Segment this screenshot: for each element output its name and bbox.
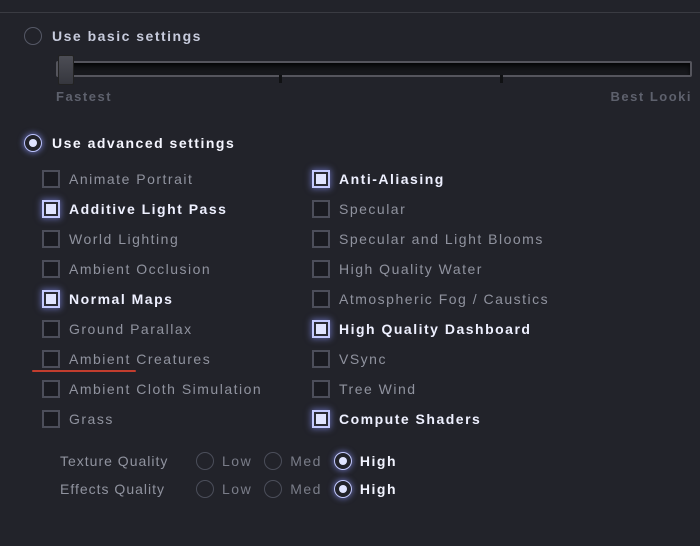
checkbox-label: Compute Shaders [339,411,481,427]
checkbox-option[interactable]: Additive Light Pass [42,200,312,218]
use-advanced-settings-radio[interactable]: Use advanced settings [24,134,676,152]
slider-low-label: Fastest [56,89,112,104]
checkbox-option[interactable]: Specular and Light Blooms [312,230,612,248]
checkbox-option[interactable]: World Lighting [42,230,312,248]
slider-tick [500,75,503,83]
radio-icon[interactable] [264,480,282,498]
quality-option-label[interactable]: Low [222,453,252,469]
checkbox-option[interactable]: Specular [312,200,612,218]
checkbox-label: Ambient Occlusion [69,261,211,277]
checkbox-checked-icon [42,200,60,218]
radio-dot-icon [339,457,347,465]
quality-row: Effects Quality Low Med High [60,480,676,498]
checkbox-label: Tree Wind [339,381,417,397]
checkbox-option[interactable]: VSync [312,350,612,368]
checkbox-option[interactable]: Normal Maps [42,290,312,308]
checkbox-label: Specular [339,201,406,217]
checkbox-label: Atmospheric Fog / Caustics [339,291,549,307]
checkbox-checked-icon [312,320,330,338]
checkbox-unchecked-icon [312,380,330,398]
checkbox-label: Ambient Cloth Simulation [69,381,262,397]
checkbox-checked-icon [312,410,330,428]
checkbox-label: Normal Maps [69,291,173,307]
checkbox-unchecked-icon [312,200,330,218]
checkbox-option[interactable]: Ambient Occlusion [42,260,312,278]
quality-slider[interactable] [56,61,692,77]
checkbox-unchecked-icon [42,350,60,368]
quality-option-label[interactable]: High [360,453,397,469]
slider-tick [279,75,282,83]
checkbox-option[interactable]: Tree Wind [312,380,612,398]
quality-option-label[interactable]: Med [290,453,322,469]
checkbox-label: VSync [339,351,387,367]
checkbox-label: Animate Portrait [69,171,193,187]
checkbox-unchecked-icon [42,260,60,278]
checkbox-unchecked-icon [42,410,60,428]
radio-icon[interactable] [196,480,214,498]
radio-icon[interactable] [264,452,282,470]
radio-icon [24,27,42,45]
radio-dot-icon [29,139,37,147]
quality-label: Texture Quality [60,453,188,469]
radio-icon [24,134,42,152]
slider-high-label: Best Looki [611,89,692,104]
use-basic-settings-radio[interactable]: Use basic settings [24,27,676,45]
checkbox-option[interactable]: Ground Parallax [42,320,312,338]
use-advanced-settings-label: Use advanced settings [52,135,235,151]
checkbox-label: High Quality Water [339,261,483,277]
checkbox-option[interactable]: Compute Shaders [312,410,612,428]
checkbox-unchecked-icon [312,260,330,278]
checkbox-label: Ambient Creatures [69,351,211,367]
checkbox-label: Ground Parallax [69,321,193,337]
top-divider [0,12,700,13]
checkbox-unchecked-icon [312,350,330,368]
checkbox-unchecked-icon [312,290,330,308]
quality-option-label[interactable]: Med [290,481,322,497]
checkbox-option[interactable]: High Quality Water [312,260,612,278]
checkbox-option[interactable]: Animate Portrait [42,170,312,188]
checkbox-label: World Lighting [69,231,179,247]
use-basic-settings-label: Use basic settings [52,28,202,44]
radio-icon[interactable] [334,480,352,498]
checkbox-option[interactable]: Grass [42,410,312,428]
slider-handle[interactable] [58,55,74,85]
checkbox-label: Additive Light Pass [69,201,227,217]
checkbox-unchecked-icon [42,170,60,188]
checkbox-unchecked-icon [42,380,60,398]
checkbox-checked-icon [312,170,330,188]
checkbox-label: Specular and Light Blooms [339,231,544,247]
radio-icon[interactable] [196,452,214,470]
checkbox-label: Anti-Aliasing [339,171,445,187]
checkbox-option[interactable]: Ambient Cloth Simulation [42,380,312,398]
checkbox-unchecked-icon [312,230,330,248]
radio-dot-icon [339,485,347,493]
quality-row: Texture Quality Low Med High [60,452,676,470]
quality-option-label[interactable]: Low [222,481,252,497]
checkbox-unchecked-icon [42,230,60,248]
checkbox-checked-icon [42,290,60,308]
checkbox-option[interactable]: Atmospheric Fog / Caustics [312,290,612,308]
checkbox-unchecked-icon [42,320,60,338]
checkbox-option[interactable]: Ambient Creatures [42,350,312,368]
checkbox-label: High Quality Dashboard [339,321,531,337]
checkbox-label: Grass [69,411,114,427]
quality-option-label[interactable]: High [360,481,397,497]
highlight-underline [32,370,136,372]
checkbox-option[interactable]: High Quality Dashboard [312,320,612,338]
quality-label: Effects Quality [60,481,188,497]
checkbox-option[interactable]: Anti-Aliasing [312,170,612,188]
radio-icon[interactable] [334,452,352,470]
